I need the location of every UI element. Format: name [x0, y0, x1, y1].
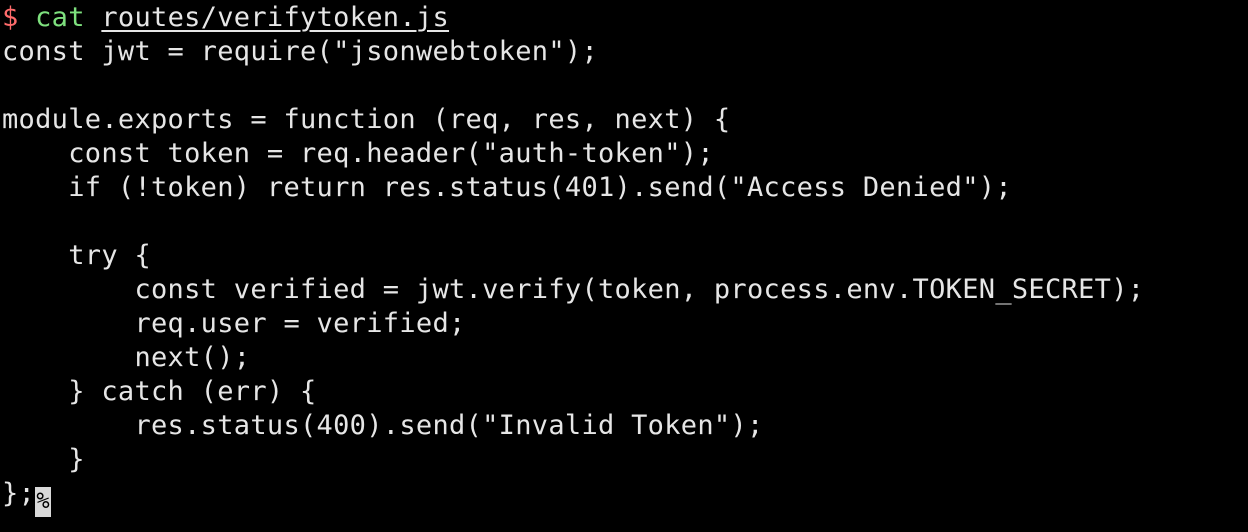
output-line: const jwt = require("jsonwebtoken"); [2, 36, 598, 67]
output-last-text: }; [2, 478, 36, 509]
output-line: res.status(400).send("Invalid Token"); [2, 410, 764, 441]
prompt-line: $ cat routes/verifytoken.js [2, 1, 1248, 35]
output-line: req.user = verified; [2, 308, 466, 339]
output-line: const token = req.header("auth-token"); [2, 138, 714, 169]
terminal-window[interactable]: $ cat routes/verifytoken.js const jwt = … [0, 0, 1248, 532]
output-line: const verified = jwt.verify(token, proce… [2, 274, 1145, 305]
prompt-file-path: routes/verifytoken.js [101, 2, 450, 33]
terminal-cursor[interactable]: % [35, 487, 52, 517]
output-line: module.exports = function (req, res, nex… [2, 104, 731, 135]
output-line: } catch (err) { [2, 376, 317, 407]
prompt-symbol: $ [2, 2, 19, 33]
output-line: } [2, 444, 85, 475]
output-line: next(); [2, 342, 251, 373]
last-line: };% [2, 477, 1248, 517]
output-line: if (!token) return res.status(401).send(… [2, 172, 1012, 203]
output-line: try { [2, 240, 151, 271]
prompt-command: cat [35, 2, 85, 33]
